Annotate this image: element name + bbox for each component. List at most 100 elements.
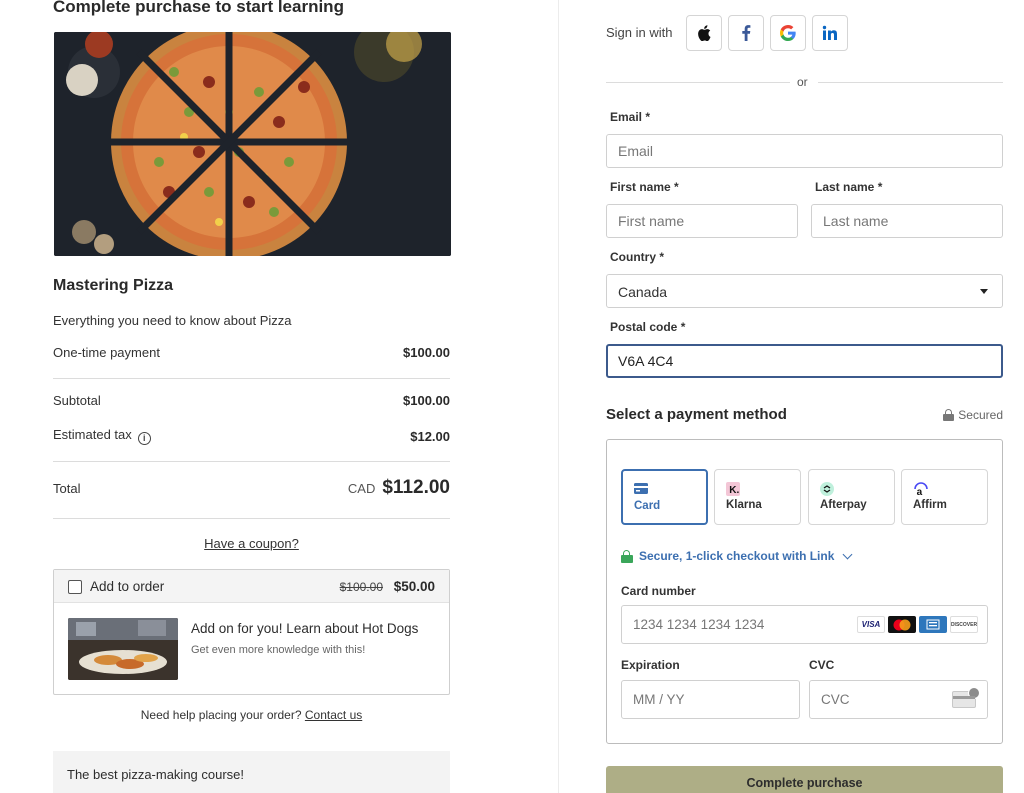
chevron-down-icon xyxy=(842,549,853,559)
complete-purchase-button[interactable]: Complete purchase xyxy=(606,766,1003,793)
first-name-field[interactable] xyxy=(606,204,798,238)
cvc-wrap xyxy=(809,680,988,719)
addon-checkbox[interactable] xyxy=(68,580,82,594)
facebook-signin-button[interactable] xyxy=(728,15,764,51)
first-name-label: First name * xyxy=(610,180,679,194)
klarna-icon: K. xyxy=(726,482,740,496)
tab-affirm[interactable]: a Affirm xyxy=(901,469,988,525)
afterpay-icon xyxy=(820,482,834,496)
addon-card: Add to order $100.00 $50.00 Add on for y… xyxy=(53,569,450,695)
country-label: Country * xyxy=(610,250,664,264)
card-icon xyxy=(634,483,648,494)
total-currency: CAD xyxy=(347,481,376,496)
hotdog-image xyxy=(68,618,178,680)
addon-checkbox-label[interactable]: Add to order xyxy=(90,579,164,594)
card-brands: VISA DISCOVER xyxy=(857,616,978,633)
tab-klarna[interactable]: K. Klarna xyxy=(714,469,801,525)
or-line-right xyxy=(818,82,1003,83)
email-label: Email * xyxy=(610,110,651,124)
expiration-field[interactable] xyxy=(621,680,800,719)
tax-label-wrap: Estimated tax i xyxy=(53,427,151,445)
postal-code-field[interactable] xyxy=(606,344,1003,378)
cvc-label: CVC xyxy=(809,658,835,672)
one-time-payment-value: $100.00 xyxy=(403,345,450,360)
tab-card[interactable]: Card xyxy=(621,469,708,525)
payment-element: Card K. Klarna Afterpay a Affirm Secure,… xyxy=(606,439,1003,744)
tax-label: Estimated tax xyxy=(53,427,132,442)
last-name-label: Last name * xyxy=(815,180,883,194)
facebook-icon xyxy=(742,25,751,41)
or-text: or xyxy=(797,75,808,89)
total-label: Total xyxy=(53,480,81,496)
testimonial-box: The best pizza-making course! xyxy=(53,751,450,793)
total-value: $112.00 xyxy=(382,477,450,498)
help-text: Need help placing your order? Contact us xyxy=(53,708,450,722)
divider xyxy=(53,461,450,462)
country-select[interactable]: Canada xyxy=(606,274,1003,308)
pizza-image xyxy=(54,32,451,256)
discover-icon: DISCOVER xyxy=(950,616,978,633)
tab-card-label: Card xyxy=(634,500,661,512)
addon-header: Add to order $100.00 $50.00 xyxy=(54,570,449,603)
linkedin-icon xyxy=(822,25,837,40)
svg-text:a: a xyxy=(917,487,923,496)
mastercard-icon xyxy=(888,616,916,633)
card-number-wrap: VISA DISCOVER xyxy=(621,605,988,644)
linkedin-signin-button[interactable] xyxy=(812,15,848,51)
contact-us-link[interactable]: Contact us xyxy=(305,708,362,722)
order-summary-panel: Complete purchase to start learning Mast… xyxy=(0,0,558,793)
payment-method-title: Select a payment method xyxy=(606,406,787,423)
tab-klarna-label: Klarna xyxy=(726,499,762,511)
addon-old-price: $100.00 xyxy=(339,580,383,594)
subtotal-value: $100.00 xyxy=(403,393,450,408)
google-signin-button[interactable] xyxy=(770,15,806,51)
secured-text: Secured xyxy=(958,408,1003,422)
postal-code-label: Postal code * xyxy=(610,320,686,334)
link-checkout-toggle[interactable]: Secure, 1-click checkout with Link xyxy=(621,549,853,563)
addon-title: Add on for you! Learn about Hot Dogs xyxy=(191,621,419,636)
course-description: Everything you need to know about Pizza xyxy=(53,313,292,328)
email-field[interactable] xyxy=(606,134,1003,168)
one-time-payment-row: One-time payment $100.00 xyxy=(53,345,450,360)
lock-icon xyxy=(621,549,633,563)
addon-subtitle: Get even more knowledge with this! xyxy=(191,644,366,656)
or-separator: or xyxy=(606,75,1003,89)
apple-icon xyxy=(698,25,711,41)
link-checkout-text: Secure, 1-click checkout with Link xyxy=(639,549,835,563)
amex-icon xyxy=(919,616,947,633)
total-amount: CAD $112.00 xyxy=(348,477,450,499)
tab-afterpay-label: Afterpay xyxy=(820,499,867,511)
tab-affirm-label: Affirm xyxy=(913,499,947,511)
subtotal-label: Subtotal xyxy=(53,393,101,408)
subtotal-row: Subtotal $100.00 xyxy=(53,393,450,408)
google-icon xyxy=(780,25,796,41)
apple-signin-button[interactable] xyxy=(686,15,722,51)
page-title: Complete purchase to start learning xyxy=(53,0,344,16)
last-name-field[interactable] xyxy=(811,204,1003,238)
country-value: Canada xyxy=(618,284,668,300)
addon-image xyxy=(68,618,178,680)
course-image xyxy=(54,32,451,256)
cvc-card-icon xyxy=(952,687,980,708)
one-time-payment-label: One-time payment xyxy=(53,345,160,360)
caret-down-icon xyxy=(980,289,988,294)
info-icon[interactable]: i xyxy=(137,432,151,445)
affirm-icon: a xyxy=(914,482,928,496)
total-row: Total CAD $112.00 xyxy=(53,477,450,499)
svg-text:K.: K. xyxy=(729,485,739,496)
addon-new-price: $50.00 xyxy=(393,579,435,594)
card-number-label: Card number xyxy=(621,584,696,598)
tax-row: Estimated tax i $12.00 xyxy=(53,427,450,445)
expiration-label: Expiration xyxy=(621,658,680,672)
visa-icon: VISA xyxy=(857,616,885,633)
tab-afterpay[interactable]: Afterpay xyxy=(808,469,895,525)
signin-label: Sign in with xyxy=(606,25,673,40)
course-title: Mastering Pizza xyxy=(53,277,174,294)
or-line-left xyxy=(606,82,790,83)
help-label: Need help placing your order? xyxy=(140,708,302,722)
divider xyxy=(53,518,450,519)
column-divider xyxy=(558,0,559,793)
coupon-link[interactable]: Have a coupon? xyxy=(53,536,450,551)
tax-value: $12.00 xyxy=(410,428,450,444)
testimonial-text: The best pizza-making course! xyxy=(67,767,245,782)
